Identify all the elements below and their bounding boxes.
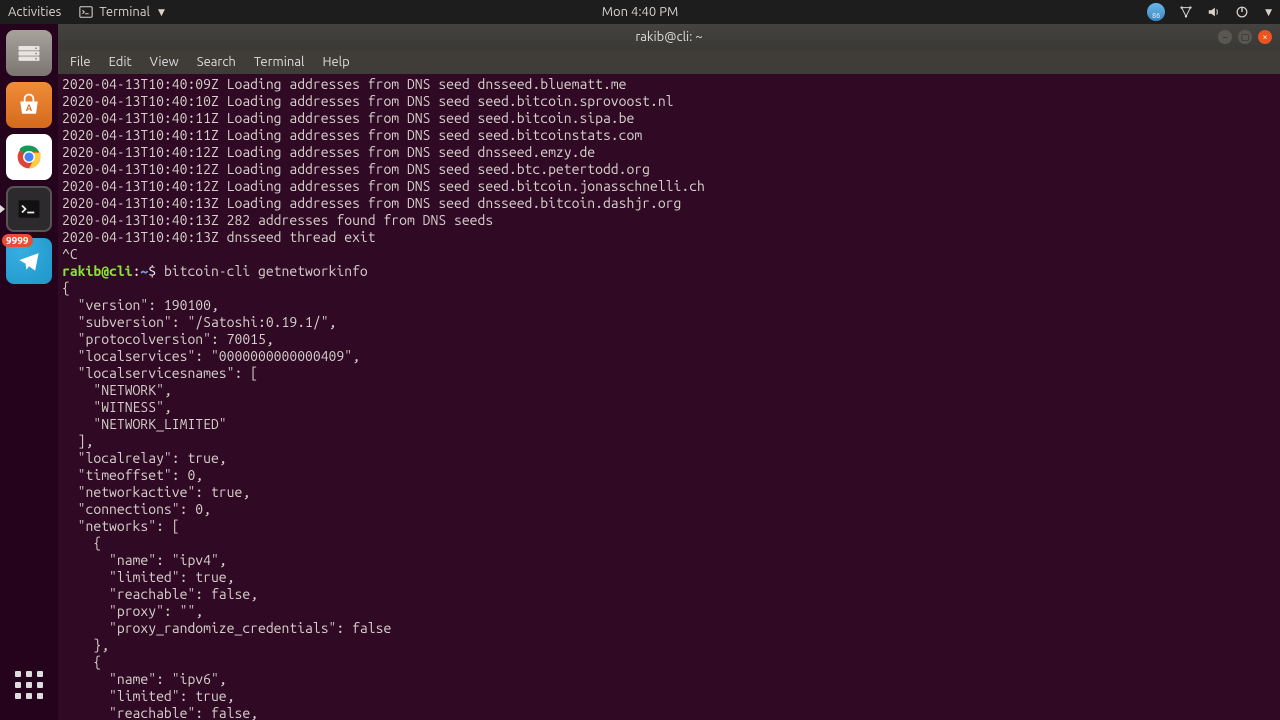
- close-button[interactable]: ×: [1258, 30, 1272, 44]
- menu-help[interactable]: Help: [322, 55, 349, 69]
- terminal-viewport[interactable]: 2020-04-13T10:40:09Z Loading addresses f…: [58, 74, 1280, 720]
- terminal-icon: [15, 195, 43, 223]
- minimize-button[interactable]: –: [1218, 30, 1232, 44]
- menu-view[interactable]: View: [150, 55, 179, 69]
- menu-edit[interactable]: Edit: [109, 55, 132, 69]
- telegram-icon: [15, 247, 43, 275]
- window-controls: – ▢ ×: [1218, 30, 1280, 44]
- launcher-files[interactable]: [6, 30, 52, 76]
- network-icon[interactable]: [1179, 5, 1193, 19]
- launcher-software[interactable]: A: [6, 82, 52, 128]
- menu-search[interactable]: Search: [197, 55, 236, 69]
- app-menu-label: Terminal: [99, 5, 150, 19]
- chrome-icon: [15, 143, 43, 171]
- files-icon: [15, 39, 43, 67]
- app-menu[interactable]: Terminal ▼: [79, 5, 165, 19]
- weather-indicator[interactable]: 86: [1147, 3, 1165, 21]
- menu-terminal[interactable]: Terminal: [254, 55, 305, 69]
- window-titlebar[interactable]: rakib@cli: ~ – ▢ ×: [58, 24, 1280, 50]
- launcher-telegram[interactable]: 9999: [6, 238, 52, 284]
- window-title: rakib@cli: ~: [635, 30, 702, 44]
- notification-badge: 9999: [2, 234, 33, 247]
- maximize-button[interactable]: ▢: [1238, 30, 1252, 44]
- svg-text:A: A: [26, 103, 33, 113]
- show-applications-button[interactable]: [6, 662, 52, 708]
- gnome-top-panel: Activities Terminal ▼ Mon 4:40 PM 86 ▼: [0, 0, 1280, 24]
- terminal-icon: [79, 5, 93, 19]
- power-icon[interactable]: [1235, 5, 1249, 19]
- chevron-down-icon: ▼: [1265, 7, 1272, 18]
- launcher-chrome[interactable]: [6, 134, 52, 180]
- chevron-down-icon: ▼: [158, 7, 165, 18]
- menu-file[interactable]: File: [70, 55, 91, 69]
- activities-button[interactable]: Activities: [8, 5, 61, 19]
- system-tray: 86 ▼: [1147, 3, 1272, 21]
- terminal-menubar: File Edit View Search Terminal Help: [58, 50, 1280, 74]
- software-store-icon: A: [15, 91, 43, 119]
- launcher-terminal[interactable]: [6, 186, 52, 232]
- terminal-window: rakib@cli: ~ – ▢ × File Edit View Search…: [58, 24, 1280, 720]
- ubuntu-dock: A 9999: [0, 24, 58, 720]
- clock[interactable]: Mon 4:40 PM: [602, 5, 679, 19]
- running-indicator: [0, 204, 5, 214]
- volume-icon[interactable]: [1207, 5, 1221, 19]
